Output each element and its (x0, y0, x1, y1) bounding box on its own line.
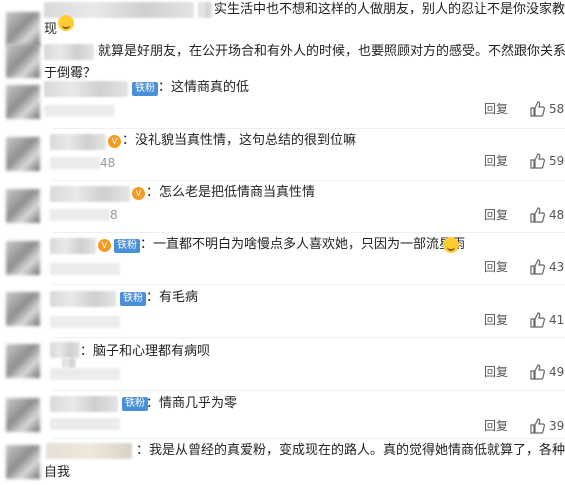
comment-text: ：没礼貌当真性情，这句总结的很到位嘛 (122, 133, 357, 148)
comment-3: V ：没礼貌当真性情，这句总结的很到位嘛 48 回复 59 (0, 131, 565, 183)
timestamp-blur (50, 157, 100, 169)
reply-button[interactable]: 回复 (484, 207, 508, 223)
thumbs-up-icon[interactable] (529, 364, 545, 380)
timestamp-fragment: 48 (100, 156, 116, 170)
avatar (6, 85, 40, 119)
comment-9: ：我是从曾经的真爱粉，变成现在的路人。真的觉得她情商低就算了，各种放飞 自我 (0, 441, 565, 485)
like-count: 59 (549, 154, 565, 168)
timestamp-blur (50, 263, 120, 275)
reply-button[interactable]: 回复 (484, 259, 508, 275)
username-blur (50, 342, 80, 358)
reply-button[interactable]: 回复 (484, 418, 508, 434)
comment-7: ：脑子和心理都有病呗 回复 49 (0, 340, 565, 392)
fan-badge: 铁粉 (120, 292, 146, 306)
comment-8: 铁粉 ：情商几乎为零 回复 39 (0, 394, 565, 438)
divider (52, 438, 565, 439)
comment-text: ：怎么老是把低情商当真性情 (146, 185, 316, 200)
divider (52, 180, 565, 181)
like-count: 48 (549, 208, 565, 222)
timestamp-fragment: 8 (110, 208, 118, 222)
avatar (6, 241, 40, 275)
avatar (6, 44, 40, 78)
username-blur (44, 81, 128, 97)
username-blur (50, 396, 118, 412)
reply-button[interactable]: 回复 (484, 101, 508, 117)
comment-text: ：我是从曾经的真爱粉，变成现在的路人。真的觉得她情商低就算了，各种放飞 (136, 443, 565, 458)
comment-0: 实生活中也不想和这样的人做朋友，别人的忍让不是你没家教的表 现 (0, 0, 565, 46)
fan-badge: 铁粉 (122, 397, 148, 411)
username-blur (62, 358, 76, 368)
like-count: 58 (549, 102, 565, 116)
username-blur (46, 443, 132, 459)
comment-text: ：脑子和心理都有病呗 (80, 344, 211, 359)
username-blur (50, 186, 130, 202)
username-blur (50, 291, 116, 307)
reply-button[interactable]: 回复 (484, 312, 508, 328)
comment-text: 现 (44, 22, 58, 37)
fan-badge: 铁粉 (114, 239, 140, 253)
thumbs-up-icon[interactable] (529, 312, 545, 328)
divider (52, 128, 565, 129)
thumbs-up-icon[interactable] (529, 101, 545, 117)
avatar (6, 398, 40, 432)
reply-button[interactable]: 回复 (484, 153, 508, 169)
comment-text: 实生活中也不想和这样的人做朋友，别人的忍让不是你没家教的表 (214, 2, 565, 17)
timestamp-blur (50, 209, 110, 221)
comment-text: ：有毛病 (146, 290, 199, 305)
comment-text: ：一直都不明白为啥慢点多人喜欢她，只因为一部流星雨 (140, 237, 466, 252)
divider (52, 390, 565, 391)
timestamp-blur (50, 316, 120, 328)
username-blur (44, 44, 94, 60)
username-blur (198, 2, 212, 18)
like-count: 41 (549, 313, 565, 327)
avatar (6, 292, 40, 326)
comment-4: V ：怎么老是把低情商当真性情 8 回复 48 (0, 183, 565, 235)
thumbs-up-icon[interactable] (529, 259, 545, 275)
comment-text: ：情商几乎为零 (146, 396, 238, 411)
comment-5: V 铁粉 ：一直都不明白为啥慢点多人喜欢她，只因为一部流星雨 回复 43 (0, 235, 565, 287)
comment-text: 自我 (44, 465, 71, 480)
vip-icon: V (108, 135, 121, 148)
comment-text: ：这情商真的低 (158, 80, 250, 95)
comment-6: 铁粉 ：有毛病 回复 41 (0, 288, 565, 338)
thumbs-up-icon[interactable] (529, 207, 545, 223)
thumbs-up-icon[interactable] (529, 418, 545, 434)
vip-icon: V (98, 239, 111, 252)
avatar (6, 445, 40, 479)
like-count: 39 (549, 419, 565, 433)
reply-button[interactable]: 回复 (484, 364, 508, 380)
like-count: 43 (549, 260, 565, 274)
username-blur (50, 134, 106, 150)
timestamp-blur (50, 418, 120, 430)
divider (52, 337, 565, 338)
divider (52, 232, 565, 233)
timestamp-blur (44, 105, 114, 117)
like-count: 49 (549, 365, 565, 379)
avatar (6, 137, 40, 171)
avatar (6, 344, 40, 378)
emoji-icon (443, 237, 459, 253)
fan-badge: 铁粉 (132, 82, 158, 96)
divider (52, 284, 565, 285)
vip-icon: V (132, 187, 145, 200)
comment-2: 铁粉 ：这情商真的低 回复 58 (0, 77, 565, 129)
avatar (6, 189, 40, 223)
username-blur (50, 238, 96, 254)
emoji-icon (58, 15, 74, 31)
thumbs-up-icon[interactable] (529, 153, 545, 169)
comment-text: 就算是好朋友，在公开场合和有外人的时候，也要照顾对方的感受。不然跟你关系好等 (98, 44, 565, 59)
timestamp-blur (50, 368, 120, 380)
